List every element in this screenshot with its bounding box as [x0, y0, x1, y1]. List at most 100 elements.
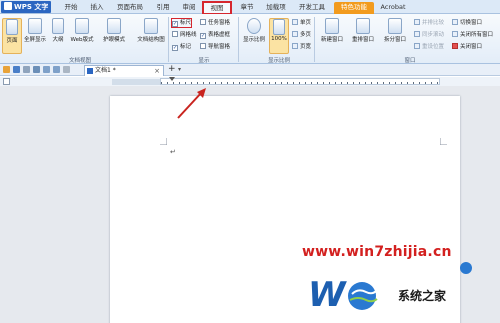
- show-group-label: 显示: [198, 58, 210, 64]
- arrange-window-button[interactable]: 重排窗口: [348, 18, 378, 54]
- single-page-button[interactable]: 单页: [292, 19, 311, 27]
- fullscreen-label: 全屏显示: [23, 37, 46, 43]
- tab-view[interactable]: 视图: [202, 1, 232, 15]
- zoom-button[interactable]: 显示比例: [241, 18, 267, 54]
- tab-acrobat[interactable]: Acrobat: [378, 2, 408, 14]
- close-tab-icon[interactable]: ×: [154, 66, 160, 76]
- eye-protection-icon: [107, 18, 121, 34]
- app-menu-label: WPS 文字: [14, 3, 49, 11]
- switch-window-icon: [452, 19, 458, 25]
- ruler-row: [0, 77, 500, 86]
- document-tab-title: 文档1 *: [95, 67, 116, 74]
- close-all-windows-button[interactable]: 关闭所有窗口: [452, 31, 493, 39]
- tab-sections[interactable]: 章节: [236, 2, 258, 14]
- table-borders-label: 表格虚框: [208, 32, 231, 38]
- web-layout-icon: [75, 18, 89, 34]
- gridlines-checkbox[interactable]: 网格线: [172, 31, 197, 39]
- ruler-label: 标尺: [180, 20, 192, 26]
- outline-view-button[interactable]: 大纲: [48, 18, 68, 54]
- new-window-label: 新建窗口: [320, 37, 343, 43]
- web-layout-label: Web版式: [70, 37, 94, 43]
- document-icon: [87, 68, 93, 74]
- watermark-site-name: 系统之家: [398, 289, 447, 303]
- close-all-icon: [452, 31, 458, 37]
- paragraph-mark: ↵: [170, 148, 176, 156]
- tab-addins[interactable]: 加载项: [262, 2, 290, 14]
- web-layout-button[interactable]: Web版式: [70, 18, 94, 54]
- close-window-button[interactable]: 关闭窗口: [452, 43, 482, 51]
- split-window-icon: [388, 18, 402, 34]
- wps-logo-icon: [4, 2, 12, 10]
- redo-icon[interactable]: [53, 66, 60, 73]
- document-map-label: 文档结构图: [137, 37, 165, 43]
- print-preview-icon[interactable]: [33, 66, 40, 73]
- doc-views-group-label: 文档视图: [68, 58, 91, 64]
- taskpane-checkbox[interactable]: 任务窗格: [200, 19, 230, 27]
- tab-home[interactable]: 开始: [58, 2, 84, 14]
- new-window-icon: [325, 18, 339, 34]
- marks-checkbox[interactable]: ✓ 标记: [172, 43, 191, 51]
- sync-scroll-icon: [414, 31, 420, 37]
- page-width-icon: [292, 43, 298, 49]
- check-icon: ✓: [200, 33, 206, 39]
- magnifier-icon: [247, 18, 261, 34]
- reset-position-button[interactable]: 重设位置: [414, 43, 444, 51]
- zoom-label: 显示比例: [242, 37, 265, 43]
- chevron-down-icon[interactable]: ▾: [178, 64, 181, 76]
- nav-pane-label: 导航窗格: [208, 44, 231, 50]
- document-map-button[interactable]: 文档结构图: [135, 18, 167, 54]
- ruler-checkbox[interactable]: ✓ 标尺: [170, 18, 193, 28]
- outline-view-label: 大纲: [52, 37, 64, 43]
- undo-icon[interactable]: [43, 66, 50, 73]
- taskpane-label: 任务窗格: [208, 20, 231, 26]
- switch-window-label: 切换窗口: [460, 20, 483, 26]
- ribbon-divider: [168, 17, 169, 62]
- side-by-side-button[interactable]: 并排比较: [414, 19, 444, 27]
- zoom-100-button[interactable]: 100%: [269, 18, 289, 54]
- side-by-side-icon: [414, 19, 420, 25]
- tab-insert[interactable]: 插入: [86, 2, 108, 14]
- switch-window-button[interactable]: 切换窗口: [452, 19, 482, 27]
- sync-scroll-button[interactable]: 同步滚动: [414, 31, 444, 39]
- checkbox-box: [200, 43, 206, 49]
- customize-icon[interactable]: [63, 66, 70, 73]
- split-window-button[interactable]: 拆分窗口: [380, 18, 410, 54]
- save-icon[interactable]: [13, 66, 20, 73]
- indent-marker-icon[interactable]: [169, 77, 175, 81]
- tab-special-features[interactable]: 特色功能: [334, 2, 374, 14]
- tab-bar: WPS 文字▼ 开始 插入 页面布局 引用 审阅 视图 章节 加载项 开发工具 …: [0, 0, 500, 23]
- eye-protection-label: 护眼模式: [102, 37, 125, 43]
- eye-protection-button[interactable]: 护眼模式: [100, 18, 128, 54]
- ribbon: 页面 全屏显示 大纲 Web版式 护眼模式 文档结构图 文档视图 ✓ 标尺 网格线…: [0, 14, 500, 64]
- tab-review[interactable]: 审阅: [178, 2, 200, 14]
- document-tab[interactable]: 文档1 * ×: [84, 65, 164, 76]
- tab-references[interactable]: 引用: [152, 2, 174, 14]
- zoom-group-label: 显示比例: [267, 58, 290, 64]
- ruler-toggle-icon[interactable]: [3, 78, 10, 85]
- ribbon-divider: [238, 17, 239, 62]
- multi-page-icon: [292, 31, 298, 37]
- check-icon: ✓: [172, 21, 178, 27]
- page-width-label: 页宽: [300, 44, 312, 50]
- gridlines-label: 网格线: [180, 32, 197, 38]
- check-icon: ✓: [172, 45, 178, 51]
- fullscreen-button[interactable]: 全屏显示: [23, 18, 47, 54]
- tab-developer[interactable]: 开发工具: [294, 2, 330, 14]
- nav-pane-checkbox[interactable]: 导航窗格: [200, 43, 230, 51]
- page-view-label: 页面: [6, 38, 18, 44]
- wps-app-menu[interactable]: WPS 文字▼: [1, 1, 51, 23]
- table-borders-checkbox[interactable]: ✓ 表格虚框: [200, 31, 230, 39]
- tab-page-layout[interactable]: 页面布局: [112, 2, 148, 14]
- close-window-label: 关闭窗口: [460, 44, 483, 50]
- zoom-100-label: 100%: [271, 36, 287, 42]
- close-all-label: 关闭所有窗口: [460, 32, 494, 38]
- multi-page-button[interactable]: 多页: [292, 31, 311, 39]
- new-window-button[interactable]: 新建窗口: [318, 18, 346, 54]
- arrange-window-icon: [356, 18, 370, 34]
- print-icon[interactable]: [23, 66, 30, 73]
- open-icon[interactable]: [3, 66, 10, 73]
- new-tab-icon[interactable]: +: [168, 64, 176, 75]
- page-view-button[interactable]: 页面: [2, 18, 22, 54]
- horizontal-ruler[interactable]: [160, 78, 440, 85]
- page-width-button[interactable]: 页宽: [292, 43, 311, 51]
